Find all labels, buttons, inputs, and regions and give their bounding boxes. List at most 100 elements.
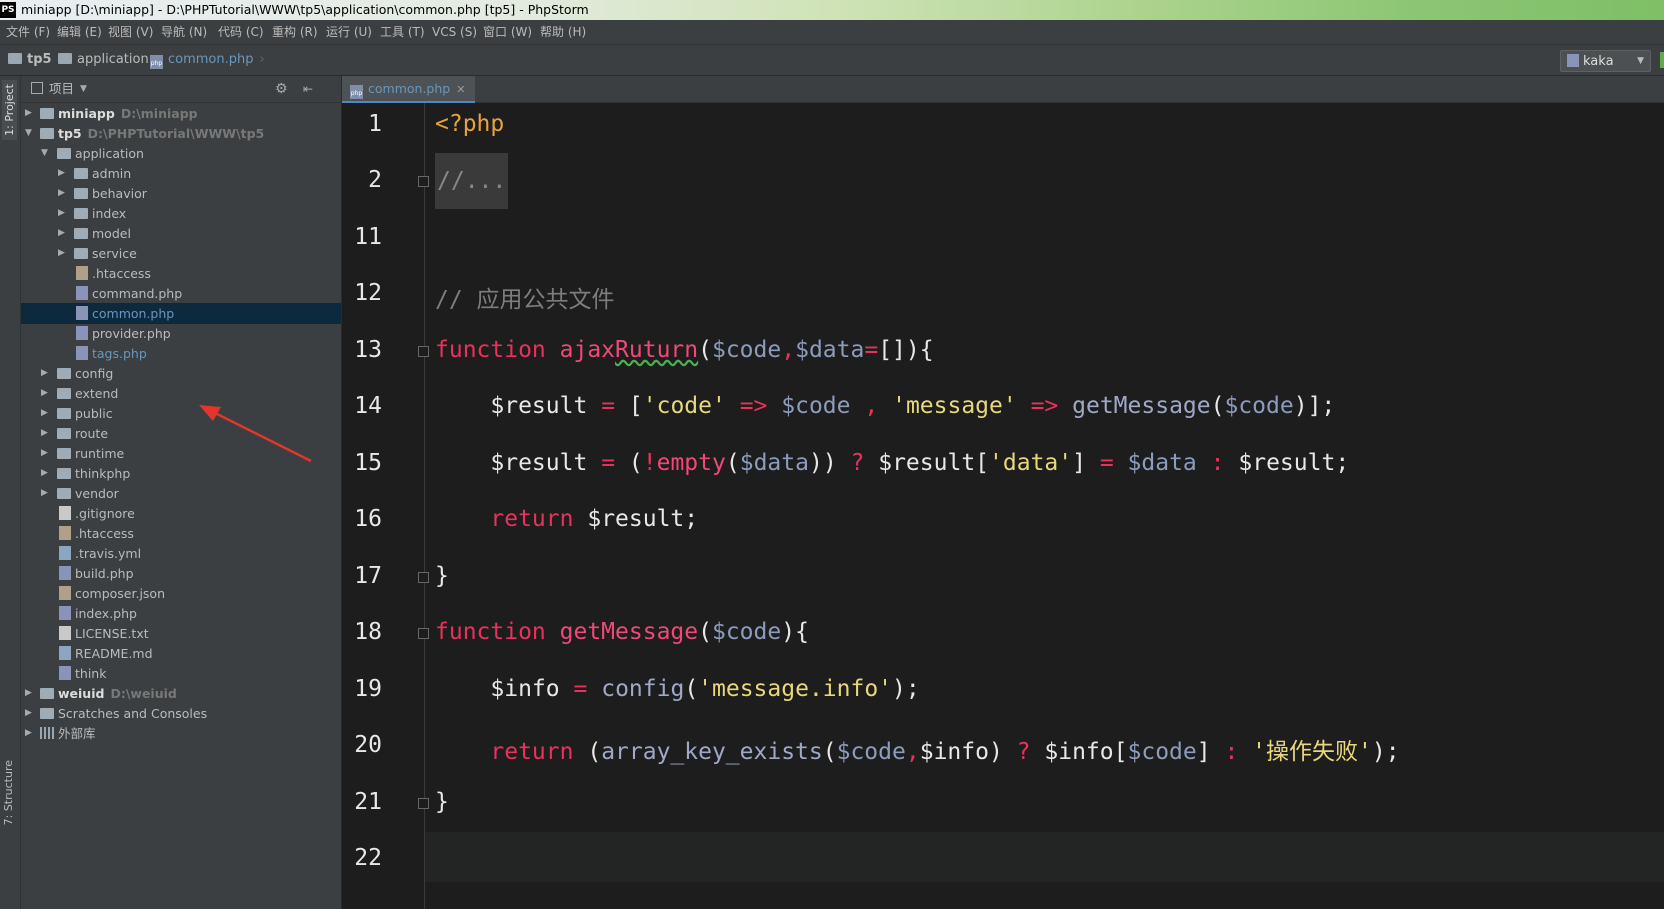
- chevron-right-icon[interactable]: ▶: [58, 203, 68, 224]
- menu-code[interactable]: 代码 (C): [218, 20, 264, 44]
- hide-panel-icon[interactable]: ⇤: [303, 76, 313, 102]
- chevron-right-icon[interactable]: ▶: [41, 363, 51, 384]
- gear-icon[interactable]: ⚙: [275, 76, 288, 102]
- fold-collapse-icon[interactable]: [418, 628, 429, 639]
- project-tool-tab[interactable]: 1: Project: [2, 80, 17, 140]
- menu-edit[interactable]: 编辑 (E): [57, 20, 102, 44]
- php-file-icon: [76, 346, 88, 360]
- chevron-right-icon[interactable]: ▶: [25, 103, 35, 124]
- menu-vcs[interactable]: VCS (S): [432, 20, 477, 44]
- chevron-right-icon[interactable]: ▶: [41, 443, 51, 464]
- tree-item-tp5[interactable]: ▼ tp5 D:\PHPTutorial\WWW\tp5: [21, 123, 341, 144]
- menu-view[interactable]: 视图 (V): [108, 20, 153, 44]
- editor-tab-common-php[interactable]: php common.php ✕: [342, 76, 476, 104]
- menu-file[interactable]: 文件 (F): [6, 20, 50, 44]
- tree-item-index[interactable]: ▶ index: [21, 203, 341, 224]
- chevron-right-icon[interactable]: ▶: [58, 183, 68, 204]
- chevron-right-icon[interactable]: ▶: [25, 723, 35, 744]
- php-file-icon: [76, 286, 88, 300]
- php-file-icon: php: [350, 85, 363, 99]
- fold-collapse-icon[interactable]: [418, 346, 429, 357]
- fold-expand-icon[interactable]: [418, 176, 429, 187]
- menu-bar: 文件 (F) 编辑 (E) 视图 (V) 导航 (N) 代码 (C) 重构 (R…: [0, 20, 1664, 45]
- tree-item-behavior[interactable]: ▶ behavior: [21, 183, 341, 204]
- breadcrumb-common-php[interactable]: php common.php ›: [150, 45, 265, 75]
- tree-item-build-php[interactable]: build.php: [21, 563, 341, 584]
- tree-item-extend[interactable]: ▶ extend: [21, 383, 341, 404]
- menu-window[interactable]: 窗口 (W): [483, 20, 532, 44]
- chevron-down-icon[interactable]: ▼: [41, 143, 51, 164]
- chevron-down-icon[interactable]: ▼: [25, 123, 35, 144]
- tree-item-scratches[interactable]: ▶ Scratches and Consoles: [21, 703, 341, 724]
- tree-item-think[interactable]: think: [21, 663, 341, 684]
- folder-icon: [74, 208, 88, 219]
- breadcrumb-application[interactable]: application›: [58, 45, 160, 75]
- tree-item-htaccess[interactable]: .htaccess: [21, 523, 341, 544]
- menu-run[interactable]: 运行 (U): [326, 20, 372, 44]
- chevron-right-icon[interactable]: ▶: [25, 683, 35, 704]
- tree-item-tags-php[interactable]: tags.php: [21, 343, 341, 364]
- tree-item-config[interactable]: ▶ config: [21, 363, 341, 384]
- tree-item-model[interactable]: ▶ model: [21, 223, 341, 244]
- tree-item-provider-php[interactable]: provider.php: [21, 323, 341, 344]
- tree-item-command-php[interactable]: command.php: [21, 283, 341, 304]
- menu-navigate[interactable]: 导航 (N): [161, 20, 207, 44]
- tree-item-thinkphp[interactable]: ▶ thinkphp: [21, 463, 341, 484]
- line-number: 18: [354, 619, 382, 645]
- tree-item-travis-yml[interactable]: .travis.yml: [21, 543, 341, 564]
- project-panel-title[interactable]: 项目: [49, 76, 74, 102]
- chevron-right-icon[interactable]: ▶: [58, 163, 68, 184]
- run-configuration-select[interactable]: kaka ▼: [1560, 50, 1651, 72]
- tree-item-admin[interactable]: ▶ admin: [21, 163, 341, 184]
- chevron-right-icon[interactable]: ▶: [41, 463, 51, 484]
- code-editor[interactable]: 1 2 11 12 13 14 15 16 17 18 19 20 21 22 …: [342, 103, 1664, 909]
- tree-item-application[interactable]: ▼ application: [21, 143, 341, 164]
- code-line-16: return $result;: [490, 506, 699, 532]
- text-file-icon: [59, 506, 71, 520]
- line-number: 20: [354, 732, 382, 758]
- chevron-right-icon[interactable]: ▶: [25, 703, 35, 724]
- tree-item-index-php[interactable]: index.php: [21, 603, 341, 624]
- chevron-right-icon[interactable]: ▶: [41, 383, 51, 404]
- close-icon[interactable]: ✕: [456, 83, 465, 96]
- chevron-down-icon[interactable]: ▼: [80, 76, 87, 102]
- line-number: 2: [368, 167, 382, 193]
- tree-item-external-libraries[interactable]: ▶ 外部库: [21, 723, 341, 744]
- tree-item-composer-json[interactable]: composer.json: [21, 583, 341, 604]
- chevron-right-icon[interactable]: ▶: [41, 423, 51, 444]
- menu-help[interactable]: 帮助 (H): [540, 20, 586, 44]
- tree-item-service[interactable]: ▶ service: [21, 243, 341, 264]
- code-line-1: <?php: [435, 111, 505, 137]
- fold-end-icon[interactable]: [418, 798, 429, 809]
- chevron-right-icon: ›: [259, 52, 265, 67]
- chevron-right-icon[interactable]: ▶: [58, 243, 68, 264]
- tree-item-vendor[interactable]: ▶ vendor: [21, 483, 341, 504]
- tree-item-readme-md[interactable]: README.md: [21, 643, 341, 664]
- menu-tools[interactable]: 工具 (T): [380, 20, 425, 44]
- json-file-icon: [59, 586, 71, 600]
- chevron-right-icon[interactable]: ▶: [41, 483, 51, 504]
- tree-item-gitignore[interactable]: .gitignore: [21, 503, 341, 524]
- tree-item-miniapp[interactable]: ▶ miniapp D:\miniapp: [21, 103, 341, 124]
- php-file-icon: [76, 306, 88, 320]
- code-line-17: }: [435, 563, 449, 589]
- chevron-right-icon[interactable]: ▶: [41, 403, 51, 424]
- folder-icon: [57, 468, 71, 479]
- fold-end-icon[interactable]: [418, 572, 429, 583]
- tree-item-weiuid[interactable]: ▶ weiuid D:\weiuid: [21, 683, 341, 704]
- tree-item-common-php[interactable]: common.php: [21, 303, 341, 324]
- folder-icon: [57, 428, 71, 439]
- breadcrumb-tp5[interactable]: tp5›: [8, 45, 63, 75]
- phpstorm-logo-icon: PS: [0, 2, 16, 18]
- folder-icon: [57, 148, 71, 159]
- left-tool-strip: 1: Project 7: Structure: [0, 76, 21, 909]
- structure-tool-tab[interactable]: 7: Structure: [2, 760, 15, 825]
- htaccess-file-icon: [76, 266, 88, 280]
- tree-item-htaccess-app[interactable]: .htaccess: [21, 263, 341, 284]
- menu-refactor[interactable]: 重构 (R): [272, 20, 318, 44]
- line-number: 1: [368, 111, 382, 137]
- tree-item-license-txt[interactable]: LICENSE.txt: [21, 623, 341, 644]
- chevron-right-icon[interactable]: ▶: [58, 223, 68, 244]
- code-line-14: $result = ['code' => $code , 'message' =…: [490, 393, 1336, 419]
- chevron-down-icon: ▼: [1637, 56, 1644, 66]
